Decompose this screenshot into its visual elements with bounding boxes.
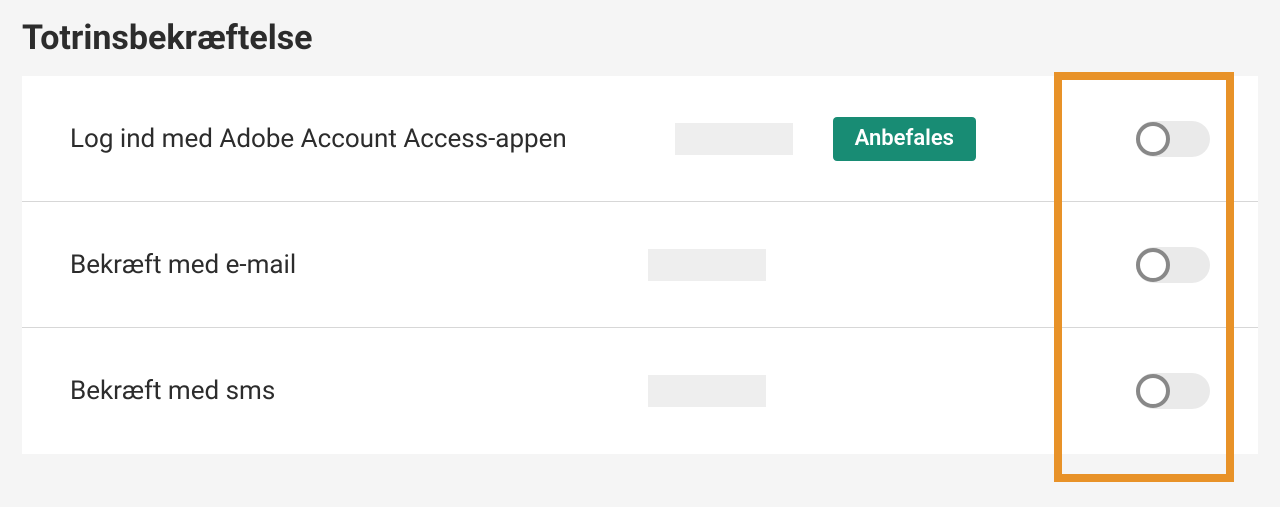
recommended-badge: Anbefales [833, 117, 976, 161]
toggle-knob [1136, 248, 1170, 282]
redacted-placeholder [648, 375, 766, 407]
row-right-group: Anbefales [675, 117, 1210, 161]
toggle-knob [1136, 122, 1170, 156]
toggle-knob [1136, 374, 1170, 408]
setting-row-sms: Bekræft med sms [22, 328, 1258, 454]
toggle-adobe-app[interactable] [1136, 121, 1210, 157]
setting-label: Bekræft med sms [70, 376, 648, 406]
toggle-sms[interactable] [1136, 373, 1210, 409]
settings-panel: Log ind med Adobe Account Access-appen A… [22, 76, 1258, 454]
section-title: Totrinsbekræftelse [22, 18, 1258, 58]
redacted-placeholder [675, 123, 793, 155]
redacted-placeholder [648, 249, 766, 281]
setting-row-adobe-app: Log ind med Adobe Account Access-appen A… [22, 76, 1258, 202]
row-right-group [648, 373, 1210, 409]
toggle-email[interactable] [1136, 247, 1210, 283]
row-right-group [648, 247, 1210, 283]
setting-label: Log ind med Adobe Account Access-appen [70, 124, 675, 154]
two-step-verification-section: Totrinsbekræftelse Log ind med Adobe Acc… [0, 0, 1280, 472]
setting-row-email: Bekræft med e-mail [22, 202, 1258, 328]
setting-label: Bekræft med e-mail [70, 250, 648, 280]
